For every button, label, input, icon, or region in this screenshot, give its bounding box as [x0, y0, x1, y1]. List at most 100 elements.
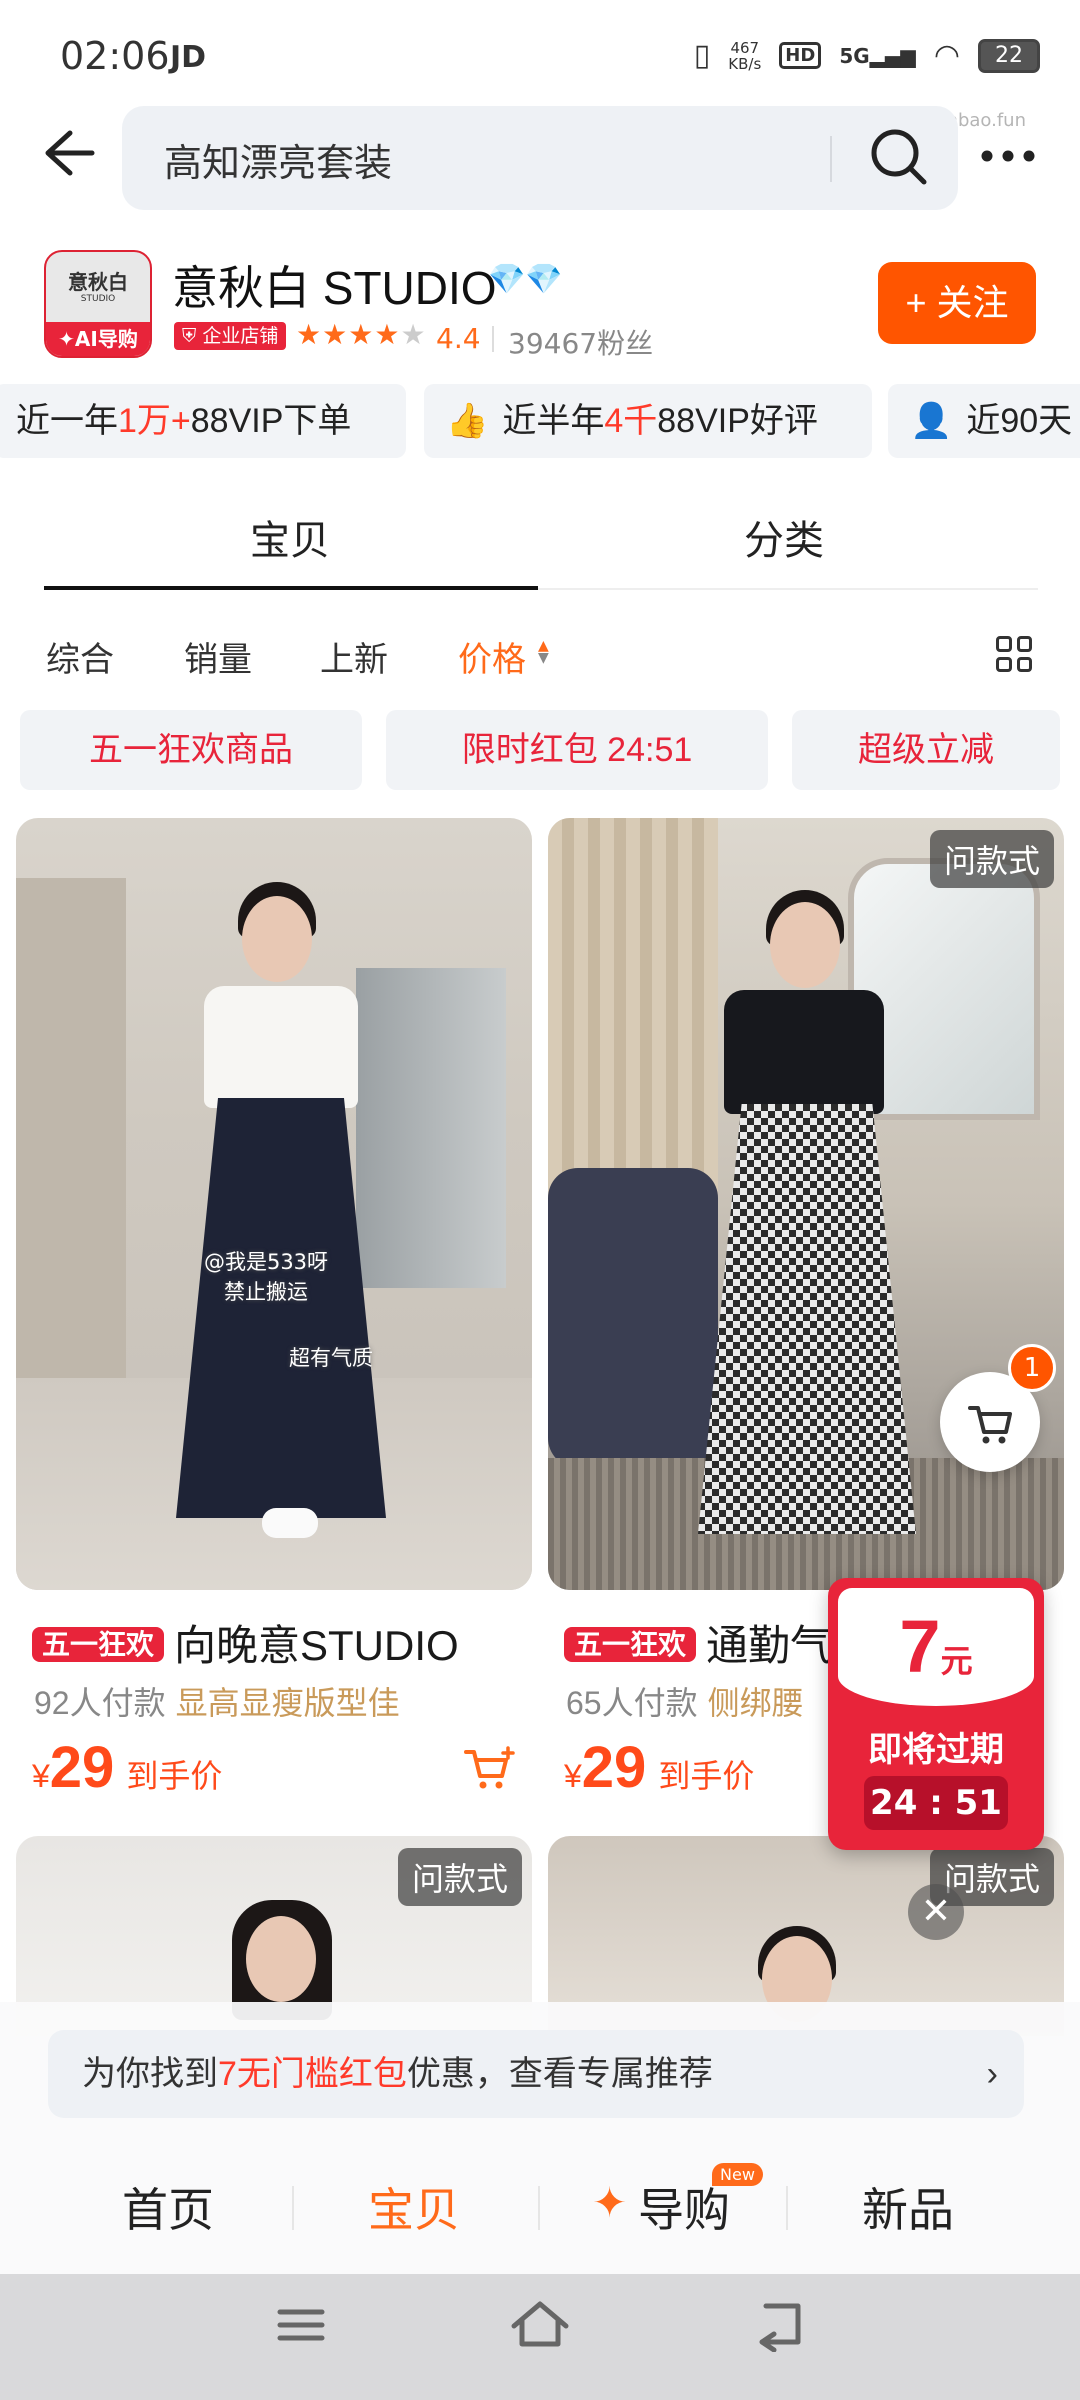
hd-icon: HD [779, 42, 822, 69]
promo-red-packet[interactable]: 限时红包 24:51 [386, 710, 768, 790]
figure-head [770, 902, 840, 988]
ai-guide-badge: ✦AI导购 [46, 322, 150, 356]
recommend-post: 优惠，查看专属推荐 [406, 2055, 713, 2093]
coupon-unit: 元 [940, 1643, 973, 1679]
shop-logo[interactable]: 意秋白 STUDIO ✦AI导购 [44, 250, 152, 358]
nav-new-arrivals[interactable]: 新品 [862, 2174, 954, 2240]
may-day-tag: 五一狂欢 [564, 1627, 697, 1662]
chevron-right-icon: › [986, 2055, 998, 2093]
product-price: ¥29 到手价 [564, 1734, 754, 1801]
highlight-chip-90days[interactable]: 👤 近90天 [888, 384, 1080, 458]
coupon-expire-label: 即将过期 [868, 1731, 1004, 1769]
coupon-countdown: 24 : 51 [864, 1776, 1008, 1830]
chip-highlight: 1万+ [118, 402, 191, 440]
menu-icon[interactable] [274, 2298, 328, 2365]
star-icon: ★ [322, 318, 349, 351]
star-rating: ★★★★★ [296, 318, 427, 351]
figure-top [724, 990, 884, 1114]
tab-active-indicator [44, 586, 538, 590]
figure-top [204, 986, 358, 1108]
nav-divider [786, 2186, 788, 2230]
cart-count-badge: 1 [1008, 1344, 1056, 1392]
close-icon[interactable]: ✕ [908, 1884, 964, 1940]
back-icon[interactable] [40, 125, 104, 189]
product-title[interactable]: 五一狂欢 通勤气 [564, 1612, 828, 1673]
product-subline: 92人付款 显高显瘦版型佳 [34, 1678, 400, 1724]
new-badge: New [712, 2163, 763, 2186]
more-icon[interactable] [980, 148, 1036, 167]
product-feature: 侧绑腰 [707, 1685, 804, 1721]
product-image[interactable]: 问款式 [548, 818, 1064, 1590]
status-bar: 02:06 JD ▯ 467 KB/s HD 5G▂▄▆ ◠ 22 [0, 0, 1080, 110]
nav-products[interactable]: 宝贝 [368, 2174, 460, 2240]
status-icons: ▯ 467 KB/s HD 5G▂▄▆ ◠ 22 [694, 38, 1040, 73]
promo-instant-discount[interactable]: 超级立减 [792, 710, 1060, 790]
status-carrier: JD [170, 40, 207, 75]
follow-button[interactable]: + 关注 [878, 262, 1036, 344]
add-to-cart-icon[interactable] [464, 1746, 516, 1803]
may-day-tag: 五一狂欢 [32, 1627, 165, 1662]
fans-count: 39467粉丝 [508, 327, 654, 360]
sort-sales[interactable]: 销量 [184, 632, 252, 681]
product-image[interactable]: @我是533呀 禁止搬运 超有气质 [16, 818, 532, 1590]
image-overlay-text: @我是533呀 禁止搬运 [176, 1246, 356, 1306]
back-nav-icon[interactable] [752, 2298, 806, 2365]
home-icon[interactable] [508, 2298, 572, 2365]
highlight-chip-orders[interactable]: 近一年1万+88VIP下单 [0, 384, 406, 458]
price-label: 到手价 [126, 1758, 223, 1794]
signal-label: 5G [839, 43, 870, 68]
chip-text: 近90天 [966, 402, 1073, 440]
doorway [16, 878, 126, 1438]
chip-text: 88VIP下单 [190, 402, 352, 440]
highlight-chip-reviews[interactable]: 👍 近半年4千88VIP好评 [424, 384, 872, 458]
fridge [356, 968, 506, 1288]
thumbs-up-icon: 👍 [446, 402, 489, 440]
expiring-coupon-popup[interactable]: 7元 即将过期 24 : 51 [828, 1578, 1044, 1850]
chip-text: 近一年 [16, 402, 118, 440]
shop-rating: 4.4 [436, 322, 481, 355]
red-packet-recommend-bar[interactable]: 为你找到7无门槛红包优惠，查看专属推荐 › [48, 2030, 1024, 2118]
diamond-badge-icon: 💎💎 [488, 262, 563, 297]
sort-newest[interactable]: 上新 [320, 632, 388, 681]
product-title[interactable]: 五一狂欢 向晚意STUDIO [32, 1612, 459, 1673]
currency-symbol: ¥ [32, 1758, 50, 1794]
ask-style-tag[interactable]: 问款式 [929, 830, 1054, 888]
figure-skirt [698, 1104, 916, 1534]
net-speed-unit: KB/s [728, 54, 762, 73]
enterprise-store-label: 企业店铺 [202, 325, 279, 347]
cart-icon [968, 1406, 1012, 1444]
sparkle-icon: ✦ [592, 2178, 628, 2227]
product-price: ¥29 到手价 [32, 1734, 222, 1801]
sort-arrows-icon: ▲ ▼ [538, 638, 549, 666]
divider [492, 326, 494, 352]
price-value: 29 [581, 1735, 647, 1800]
product-title-text: 通勤气 [706, 1622, 828, 1669]
sort-comprehensive[interactable]: 综合 [46, 632, 114, 681]
chip-text: 88VIP好评 [657, 402, 818, 440]
chip-text: 近半年 [502, 402, 605, 440]
grid-view-icon[interactable] [996, 636, 1032, 672]
nav-home[interactable]: 首页 [122, 2174, 214, 2240]
status-time: 02:06 [60, 34, 170, 78]
price-value: 29 [49, 1735, 115, 1800]
search-input[interactable] [162, 128, 766, 190]
product-subline: 65人付款 侧绑腰 [566, 1678, 828, 1724]
promo-may-day[interactable]: 五一狂欢商品 [20, 710, 362, 790]
overlay-line: @我是533呀 [203, 1250, 329, 1274]
star-icon: ★ [296, 318, 323, 351]
shop-logo-top: 意秋白 STUDIO [46, 252, 150, 322]
paid-count: 92人付款 [34, 1685, 166, 1721]
search-bar[interactable] [122, 106, 958, 210]
search-icon[interactable] [868, 126, 930, 192]
ask-style-tag[interactable]: 问款式 [397, 1848, 522, 1906]
star-icon: ★ [348, 318, 375, 351]
sofa [548, 1168, 718, 1468]
shop-logo-text: 意秋白 [68, 270, 128, 294]
enterprise-store-tag: ⛨ 企业店铺 [174, 322, 287, 350]
shop-name[interactable]: 意秋白 STUDIO [172, 252, 497, 318]
tab-products[interactable]: 宝贝 [250, 508, 330, 566]
tab-categories[interactable]: 分类 [744, 508, 824, 566]
figure-shoe [262, 1508, 318, 1538]
sort-price[interactable]: 价格 [458, 632, 526, 681]
price-label: 到手价 [658, 1758, 755, 1794]
